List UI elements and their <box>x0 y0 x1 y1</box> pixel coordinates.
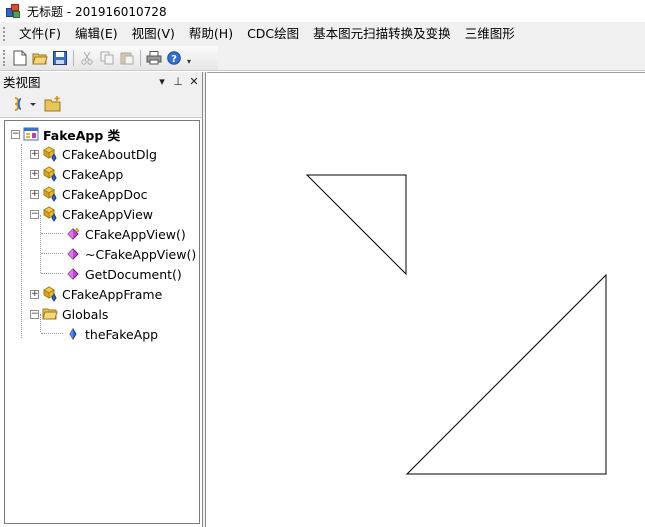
cut-icon[interactable] <box>77 48 97 68</box>
copy-icon[interactable] <box>97 48 117 68</box>
menu-cdc-drawing[interactable]: CDC绘图 <box>240 23 306 45</box>
menu-edit[interactable]: 编辑(E) <box>68 23 125 45</box>
toolbar-overflow-chevron-icon[interactable]: ▾ <box>184 48 194 68</box>
tree-item-label: CFakeAppDoc <box>62 186 148 202</box>
tree-item-label: theFakeApp <box>85 326 159 342</box>
menu-3d-graphics[interactable]: 三维图形 <box>458 23 522 45</box>
save-icon[interactable] <box>50 48 70 68</box>
class-view-pane: 类视图 ▾ ⊥ ✕ − FakeApp 类 + CFakeAboutDlg + … <box>0 72 203 527</box>
menu-view[interactable]: 视图(V) <box>125 23 182 45</box>
tree-item-label: CFakeAboutDlg <box>62 146 157 162</box>
toolbar-separator <box>73 50 74 66</box>
project-classes-icon <box>23 126 39 142</box>
toolbar-separator <box>140 50 141 66</box>
expand-expander[interactable]: + <box>30 169 39 179</box>
new-folder-icon[interactable] <box>44 95 62 112</box>
tree-item-label: CFakeAppView() <box>85 226 186 242</box>
class-tree: − FakeApp 类 + CFakeAboutDlg + CFakeApp + <box>4 120 200 524</box>
pin-icon[interactable]: ⊥ <box>170 75 186 88</box>
open-folder-icon <box>42 306 58 322</box>
class-view-toolbar <box>0 90 202 118</box>
menu-help[interactable]: 帮助(H) <box>182 23 240 45</box>
title-bar: 无标题 - 201916010728 <box>0 0 645 22</box>
collapse-expander[interactable]: − <box>30 209 39 219</box>
large-triangle <box>405 273 607 475</box>
method-icon <box>65 226 81 242</box>
class-icon <box>42 206 58 222</box>
menu-primitive-scan-transform[interactable]: 基本图元扫描转换及变换 <box>306 23 458 45</box>
window-title: 无标题 - 201916010728 <box>27 4 167 19</box>
tree-item-label: GetDocument() <box>85 266 182 282</box>
global-variable-icon <box>65 326 81 342</box>
tree-item-cfakeappview-destructor[interactable]: ~CFakeAppView() <box>65 244 196 264</box>
class-icon <box>42 166 58 182</box>
menu-file[interactable]: 文件(F) <box>12 23 68 45</box>
expand-expander[interactable]: + <box>30 189 39 199</box>
open-folder-icon[interactable] <box>30 48 50 68</box>
tree-root-node[interactable]: − FakeApp 类 <box>11 124 120 144</box>
tree-item-getdocument[interactable]: GetDocument() <box>65 264 182 284</box>
class-icon <box>42 146 58 162</box>
method-icon <box>65 246 81 262</box>
tree-root-label: FakeApp 类 <box>43 127 121 143</box>
method-icon <box>65 266 81 282</box>
tree-item-thefakeapp[interactable]: theFakeApp <box>65 324 158 344</box>
tree-item-cfakeappview[interactable]: − CFakeAppView <box>30 204 153 224</box>
menubar-grip[interactable] <box>3 27 6 41</box>
class-view-header: 类视图 ▾ ⊥ ✕ <box>0 72 202 90</box>
drawing-canvas[interactable] <box>207 72 645 527</box>
svg-text:?: ? <box>171 54 177 65</box>
close-pane-icon[interactable]: ✕ <box>186 75 202 88</box>
tree-item-globals[interactable]: − Globals <box>30 304 108 324</box>
tree-item-cfakeaboutdlg[interactable]: + CFakeAboutDlg <box>30 144 157 164</box>
pane-menu-dropdown-icon[interactable]: ▾ <box>154 75 170 88</box>
expand-expander[interactable]: + <box>30 289 39 299</box>
drawing-surface <box>305 174 607 475</box>
tree-item-cfakeappdoc[interactable]: + CFakeAppDoc <box>30 184 147 204</box>
collapse-expander[interactable]: − <box>30 309 39 319</box>
standard-toolbar: ? ▾ <box>0 46 218 71</box>
tree-item-label: CFakeAppView <box>62 206 153 222</box>
print-icon[interactable] <box>144 48 164 68</box>
new-document-icon[interactable] <box>10 48 30 68</box>
sort-dropdown-button[interactable] <box>12 96 38 112</box>
paste-icon[interactable] <box>117 48 137 68</box>
tree-item-label: Globals <box>62 306 109 322</box>
tree-item-cfakeappview-constructor[interactable]: CFakeAppView() <box>65 224 186 244</box>
tree-item-cfakeapp[interactable]: + CFakeApp <box>30 164 123 184</box>
collapse-expander[interactable]: − <box>11 129 20 139</box>
class-view-title: 类视图 <box>3 74 41 90</box>
toolbar-grip[interactable] <box>3 50 6 66</box>
toolbar-band <box>218 46 645 71</box>
menu-bar: 文件(F) 编辑(E) 视图(V) 帮助(H) CDC绘图 基本图元扫描转换及变… <box>0 22 645 46</box>
small-triangle <box>305 174 407 276</box>
class-icon <box>42 286 58 302</box>
tree-item-label: CFakeApp <box>62 166 124 182</box>
help-icon[interactable]: ? <box>164 48 184 68</box>
class-icon <box>42 186 58 202</box>
tree-item-label: ~CFakeAppView() <box>85 246 197 262</box>
app-icon <box>5 3 21 19</box>
pane-splitter[interactable] <box>203 72 206 527</box>
tree-item-label: CFakeAppFrame <box>62 286 163 302</box>
tree-item-cfakeappframe[interactable]: + CFakeAppFrame <box>30 284 162 304</box>
expand-expander[interactable]: + <box>30 149 39 159</box>
